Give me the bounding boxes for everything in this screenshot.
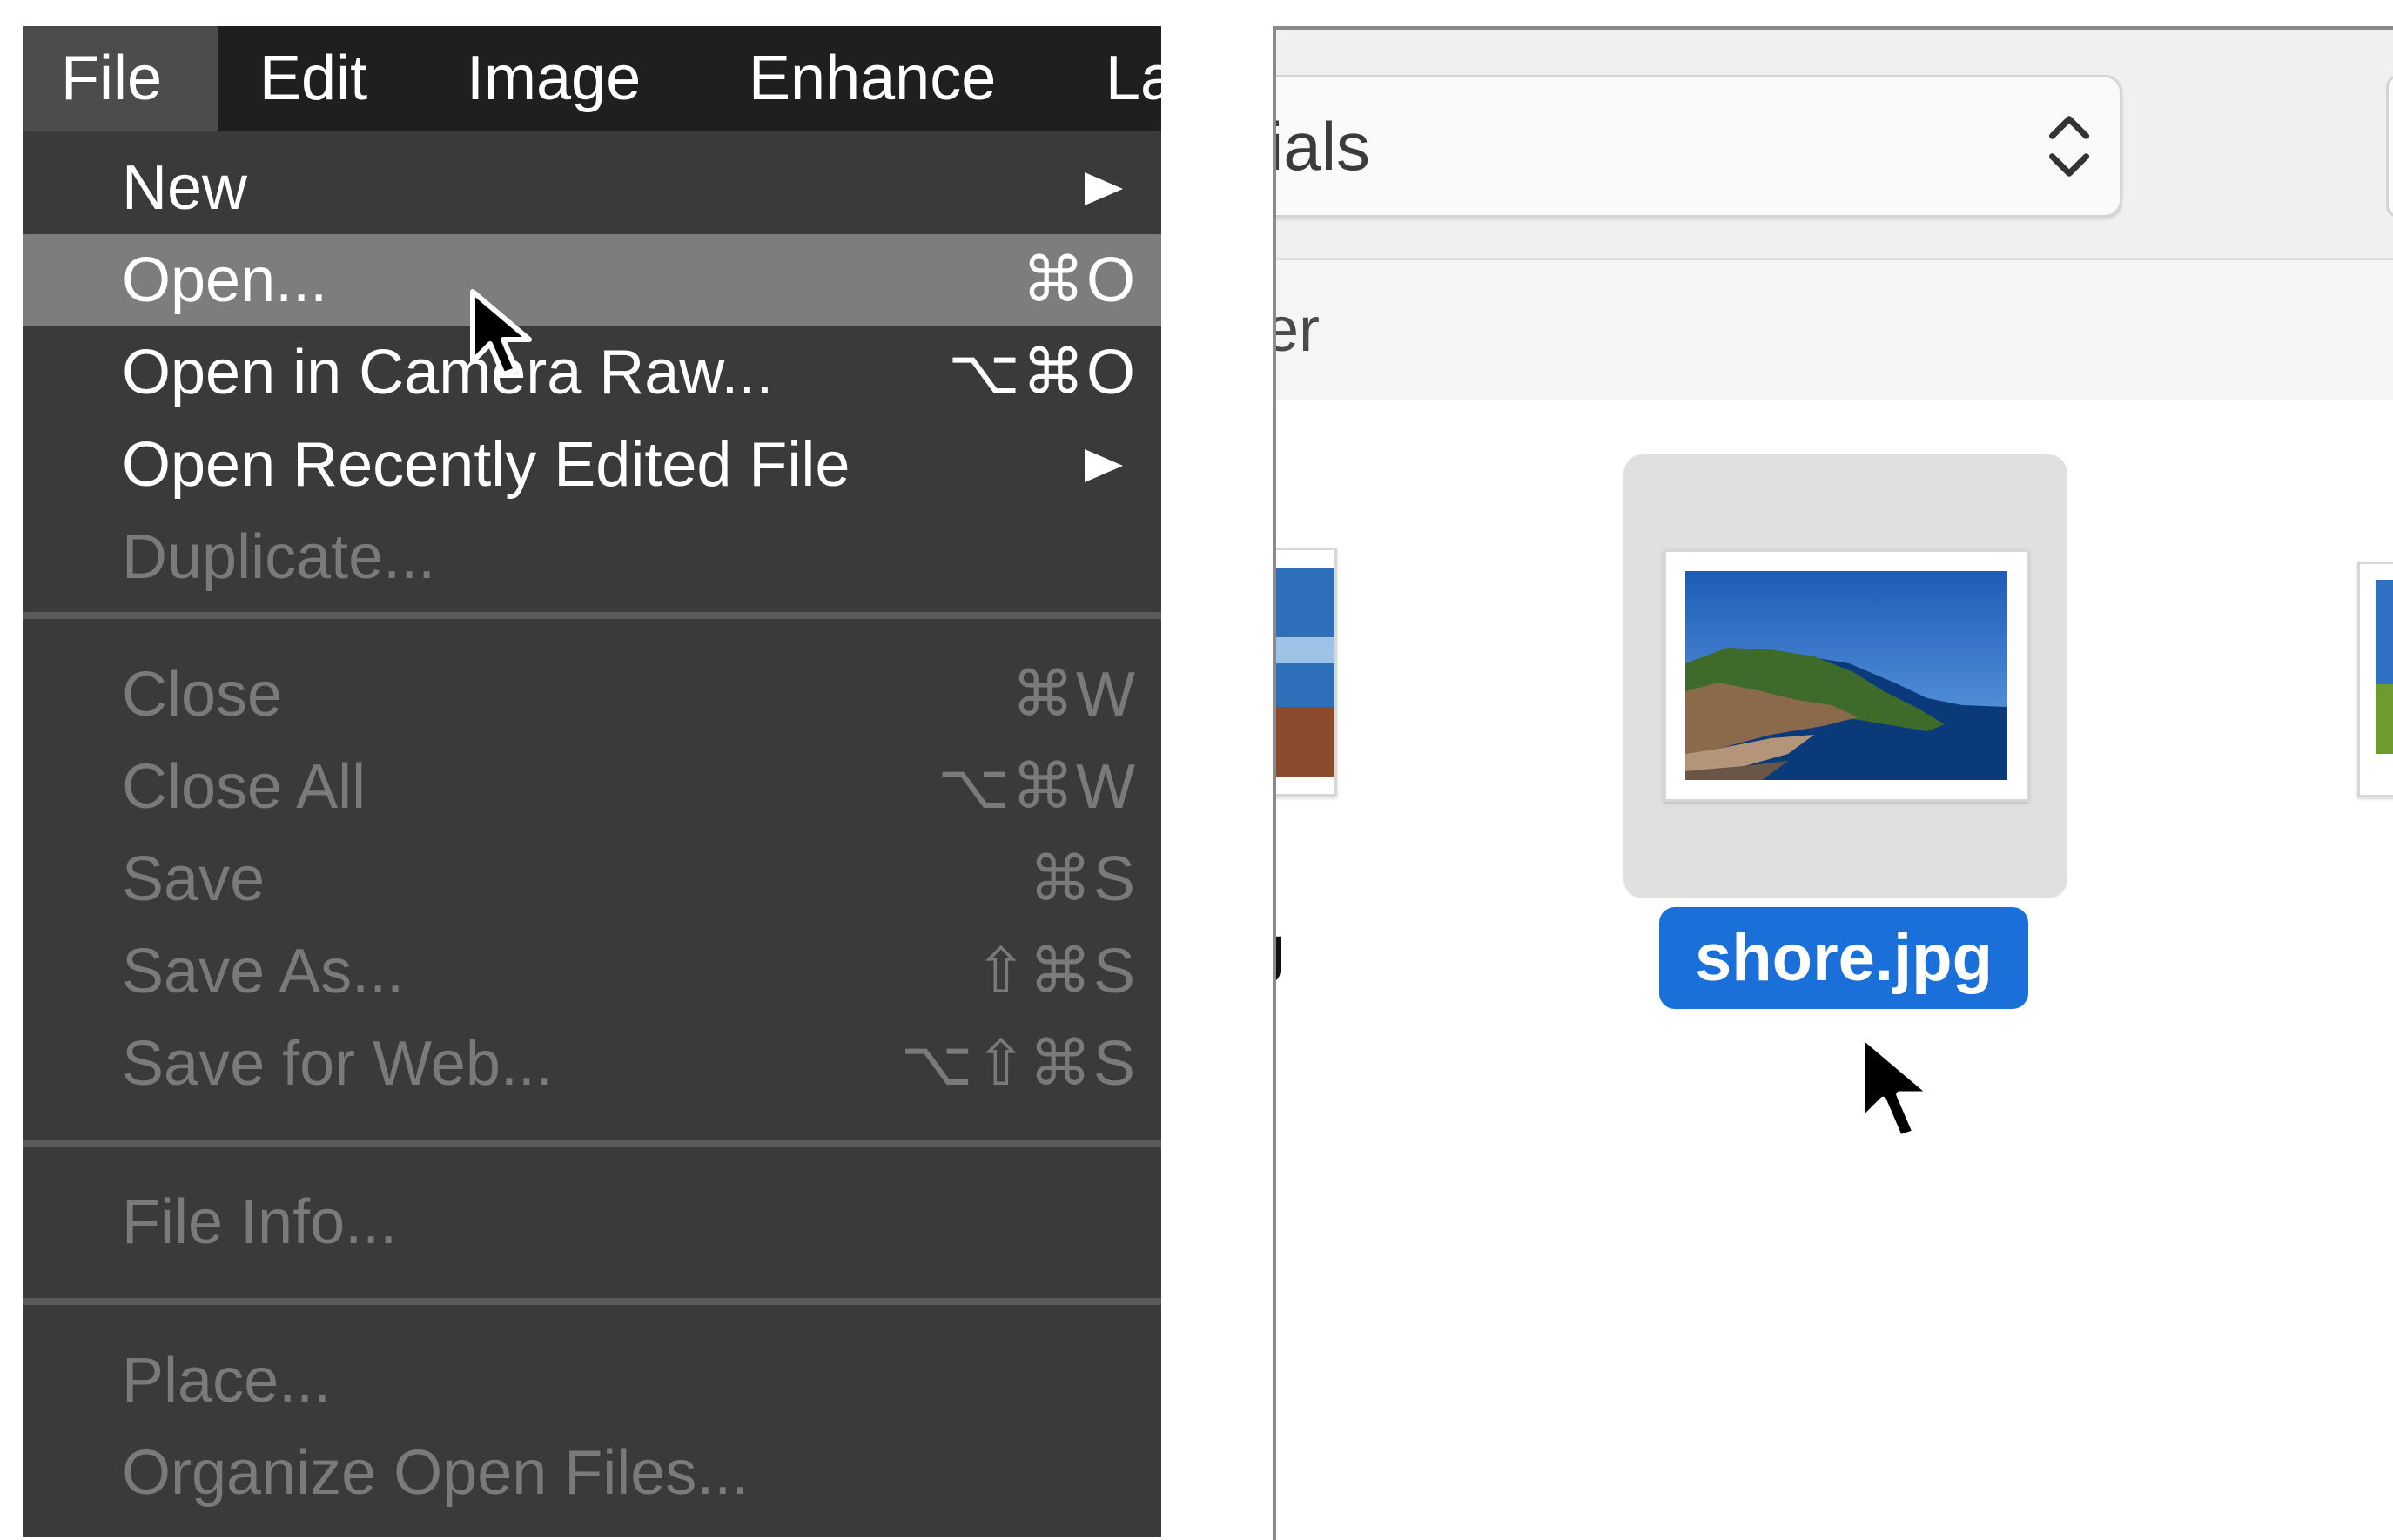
menu-item-label: File Info... bbox=[122, 1187, 398, 1257]
path-label: ler bbox=[1276, 295, 1321, 365]
file-browser-area: g shore.jpg bbox=[1276, 400, 2393, 1540]
menu-item-new[interactable]: New bbox=[23, 142, 1161, 234]
menu-item-label: Save As... bbox=[122, 937, 405, 1006]
shore-photo-thumbnail bbox=[1666, 552, 2027, 799]
menubar-enhance[interactable]: Enhance bbox=[749, 26, 996, 131]
file-thumbnail-image bbox=[1276, 568, 1334, 777]
menu-item-save-for-web: Save for Web... ⌥⇧⌘S bbox=[23, 1018, 1161, 1110]
menu-item-place: Place... bbox=[23, 1335, 1161, 1427]
menu-item-shortcut: ⌥⌘O bbox=[948, 338, 1137, 407]
menu-item-save-as: Save As... ⇧⌘S bbox=[23, 925, 1161, 1018]
menu-separator bbox=[23, 612, 1161, 619]
menubar-file[interactable]: File bbox=[23, 26, 218, 131]
menu-item-close: Close ⌘W bbox=[23, 649, 1161, 741]
menu-item-label: Organize Open Files... bbox=[122, 1438, 749, 1508]
menu-item-open-recently-edited[interactable]: Open Recently Edited File bbox=[23, 419, 1161, 511]
menu-item-open-camera-raw[interactable]: Open in Camera Raw... ⌥⌘O bbox=[23, 326, 1161, 419]
menu-item-save: Save ⌘S bbox=[23, 833, 1161, 925]
menu-item-shortcut: ⇧⌘S bbox=[974, 937, 1137, 1006]
triangle-right-icon bbox=[1085, 172, 1123, 205]
menu-item-label: Save for Web... bbox=[122, 1029, 553, 1099]
menubar-layer[interactable]: La bbox=[1106, 26, 1161, 131]
location-popup-button[interactable]: ials bbox=[1273, 75, 2122, 218]
mouse-pointer-icon bbox=[1858, 1031, 1936, 1141]
menubar-edit[interactable]: Edit bbox=[259, 26, 367, 131]
menu-item-organize-open-files: Organize Open Files... bbox=[23, 1427, 1161, 1519]
file-menu-panel: File Edit Image Enhance La New Open... ⌘… bbox=[23, 26, 1161, 1537]
menu-item-label: New bbox=[122, 153, 248, 223]
menu-item-label: Place... bbox=[122, 1346, 332, 1416]
menu-item-label: Close bbox=[122, 660, 283, 730]
menu-item-shortcut: ⌘W bbox=[1012, 660, 1137, 730]
menu-item-shortcut: ⌘S bbox=[1028, 844, 1137, 914]
location-popup-label: ials bbox=[1273, 108, 1371, 185]
menu-item-shortcut: ⌥⇧⌘S bbox=[900, 1029, 1137, 1099]
menu-bar: File Edit Image Enhance La bbox=[23, 26, 1161, 131]
file-thumbnail[interactable] bbox=[1276, 548, 1337, 797]
menu-item-label: Close All bbox=[122, 752, 366, 822]
menu-item-file-info: File Info... bbox=[23, 1176, 1161, 1268]
menu-item-duplicate: Duplicate... bbox=[23, 511, 1161, 603]
file-thumbnail-shore[interactable] bbox=[1664, 549, 2029, 802]
menu-item-close-all: Close All ⌥⌘W bbox=[23, 741, 1161, 833]
file-thumbnail-image bbox=[2376, 580, 2393, 754]
dialog-toolbar: ials bbox=[1276, 30, 2393, 258]
menu-item-label: Open... bbox=[122, 245, 328, 315]
menu-item-open[interactable]: Open... ⌘O bbox=[23, 234, 1161, 326]
triangle-right-icon bbox=[1085, 449, 1123, 482]
menu-item-label: Open Recently Edited File bbox=[122, 430, 850, 500]
menu-item-label: Duplicate... bbox=[122, 522, 436, 592]
toolbar-button[interactable] bbox=[2386, 75, 2393, 218]
menu-item-label: Save bbox=[122, 844, 266, 914]
menubar-image[interactable]: Image bbox=[467, 26, 641, 131]
menu-item-label: Open in Camera Raw... bbox=[122, 338, 774, 407]
menu-separator bbox=[23, 1298, 1161, 1305]
up-down-chevron-icon bbox=[2048, 116, 2090, 177]
path-bar: ler bbox=[1276, 258, 2393, 402]
menu-separator bbox=[23, 1140, 1161, 1147]
file-thumbnail[interactable] bbox=[2357, 562, 2393, 797]
file-name-label-selected[interactable]: shore.jpg bbox=[1659, 907, 2028, 1009]
open-file-dialog: ials ler g bbox=[1273, 26, 2393, 1540]
file-name-label[interactable]: g bbox=[1276, 913, 1285, 985]
file-menu-dropdown: New Open... ⌘O Open in Camera Raw... ⌥⌘O… bbox=[23, 131, 1161, 1519]
menu-item-shortcut: ⌥⌘W bbox=[938, 752, 1137, 822]
mouse-pointer-icon bbox=[470, 289, 532, 377]
menu-item-shortcut: ⌘O bbox=[1021, 245, 1137, 315]
